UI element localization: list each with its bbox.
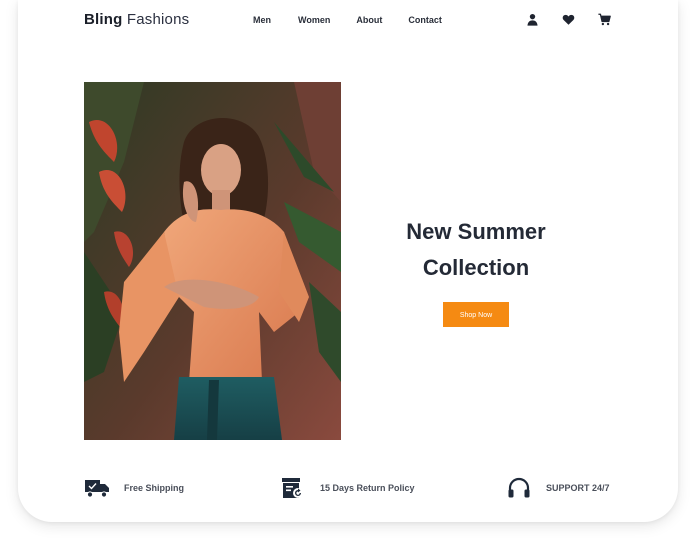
- nav-item-about[interactable]: About: [356, 15, 382, 25]
- main-menu: Men Women About Contact: [253, 15, 468, 25]
- feature-label: SUPPORT 24/7: [546, 483, 610, 493]
- brand-bold: Bling: [84, 11, 123, 28]
- hero-image: [84, 82, 341, 440]
- nav-item-women[interactable]: Women: [298, 15, 330, 25]
- feature-free-shipping: Free Shipping: [84, 476, 184, 500]
- top-nav: Bling Fashions Men Women About Contact: [18, 0, 678, 40]
- return-policy-icon: [280, 476, 306, 500]
- nav-item-contact[interactable]: Contact: [408, 15, 442, 25]
- feature-label: 15 Days Return Policy: [320, 483, 415, 493]
- truck-icon: [84, 476, 110, 500]
- user-icon[interactable]: [526, 13, 540, 27]
- brand-logo[interactable]: Bling Fashions: [84, 11, 189, 28]
- nav-icons: [526, 13, 634, 27]
- feature-label: Free Shipping: [124, 483, 185, 493]
- feature-support: SUPPORT 24/7: [506, 476, 610, 500]
- hero-photo: [84, 82, 341, 440]
- shop-now-button[interactable]: Shop Now: [443, 302, 509, 327]
- page-card: Bling Fashions Men Women About Contact N…: [18, 0, 678, 522]
- feature-return-policy: 15 Days Return Policy: [280, 476, 415, 500]
- hero-title-line1: New Summer: [406, 219, 546, 244]
- nav-item-men[interactable]: Men: [253, 15, 272, 25]
- brand-light: Fashions: [126, 11, 190, 28]
- cart-icon[interactable]: [598, 13, 612, 27]
- heart-icon[interactable]: [562, 13, 576, 27]
- headphones-icon: [506, 476, 532, 500]
- hero-text: New Summer Collection Shop Now: [376, 214, 576, 327]
- features-bar: Free Shipping 15 Days Return Policy SUPP…: [18, 476, 678, 506]
- hero-title-line2: Collection: [422, 255, 530, 280]
